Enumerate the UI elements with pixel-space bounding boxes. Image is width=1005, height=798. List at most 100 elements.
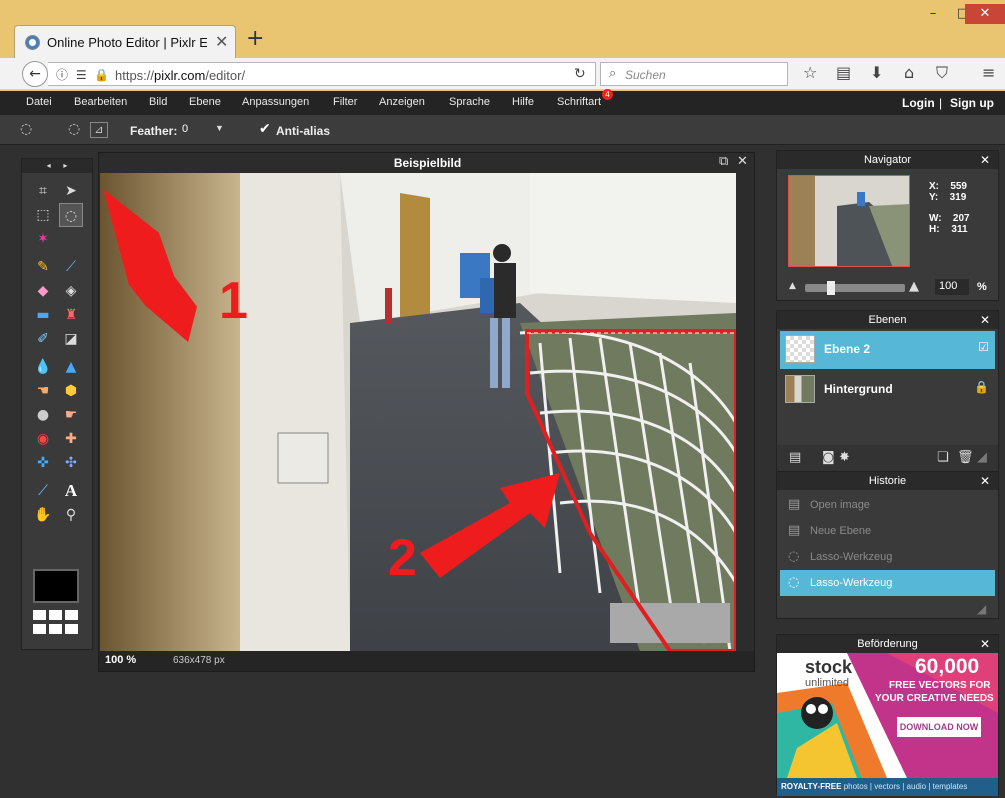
pocket-icon[interactable]: ⛉ xyxy=(936,63,948,83)
menu-bar: Datei Bearbeiten Bild Ebene Anpassungen … xyxy=(0,89,1005,115)
layer-visible-checkbox[interactable]: ☑ xyxy=(978,340,989,354)
menu-bearbeiten[interactable]: Bearbeiten xyxy=(74,96,127,108)
sharpen-tool-icon[interactable]: ▲ xyxy=(59,355,83,379)
tools-panel-collapse[interactable]: ◂ ▸ xyxy=(22,159,92,173)
home-icon[interactable]: ⌂ xyxy=(904,63,914,82)
promotion-header: Beförderung ✕ xyxy=(777,635,998,653)
magic-wand-icon[interactable]: ✶ xyxy=(31,227,55,251)
panel-resize-icon[interactable]: ◢ xyxy=(977,602,986,616)
color-replace-icon[interactable]: ✐ xyxy=(31,327,55,351)
navigator-close-icon[interactable]: ✕ xyxy=(980,151,990,169)
history-close-icon[interactable]: ✕ xyxy=(980,472,990,490)
zoom-in-icon[interactable]: ▲ xyxy=(909,279,919,294)
promotion-close-icon[interactable]: ✕ xyxy=(980,635,990,653)
feather-dropdown-icon[interactable]: ▼ xyxy=(215,123,224,133)
lasso-polygon-icon[interactable]: ⊿ xyxy=(90,122,108,138)
paint-bucket-icon[interactable]: ◈ xyxy=(59,279,83,303)
smudge-tool-icon[interactable]: ☚ xyxy=(31,379,55,403)
window-close-button[interactable]: ✕ xyxy=(965,4,1005,24)
menu-hilfe[interactable]: Hilfe xyxy=(512,96,534,108)
drawing-tool-icon[interactable]: ◪ xyxy=(59,327,83,351)
eraser-tool-icon[interactable]: ◆ xyxy=(31,279,55,303)
layer-row[interactable]: Ebene 2 ☑ xyxy=(780,331,995,369)
layer-name: Ebene 2 xyxy=(824,342,871,356)
bloat-tool-icon[interactable]: ✜ xyxy=(31,451,55,475)
new-layer-icon[interactable]: ❏ xyxy=(937,450,949,465)
login-link[interactable]: Login xyxy=(902,96,935,110)
zoom-slider[interactable] xyxy=(805,281,905,295)
red-eye-tool-icon[interactable]: ◉ xyxy=(31,427,55,451)
zoom-tool-icon[interactable]: ⚲ xyxy=(59,503,83,527)
lasso-freehand-icon[interactable]: ◌ xyxy=(68,121,80,137)
menu-filter[interactable]: Filter xyxy=(333,96,357,108)
sponge-tool-icon[interactable]: ⬢ xyxy=(59,379,83,403)
menu-schriftart[interactable]: Schriftart xyxy=(557,96,601,108)
site-info-icon[interactable]: ⓘ ☰ 🔒 xyxy=(56,66,111,83)
zoom-slider-handle[interactable] xyxy=(827,281,835,295)
type-tool-icon[interactable]: A xyxy=(59,479,83,503)
layers-close-icon[interactable]: ✕ xyxy=(980,311,990,329)
marquee-tool-icon[interactable]: ⬚ xyxy=(31,203,55,227)
history-item-label: Lasso-Werkzeug xyxy=(810,551,893,563)
burn-tool-icon[interactable]: ☛ xyxy=(59,403,83,427)
move-tool-icon[interactable]: ➤ xyxy=(59,179,83,203)
antialias-checkbox[interactable]: ✔ xyxy=(259,121,271,137)
window-minimize-button[interactable]: – xyxy=(918,4,948,24)
history-item-active[interactable]: ◌ Lasso-Werkzeug xyxy=(780,570,995,596)
back-arrow-icon[interactable]: ← xyxy=(22,61,48,87)
download-icon[interactable]: ⬇ xyxy=(870,63,883,82)
menu-anzeigen[interactable]: Anzeigen xyxy=(379,96,425,108)
ad-download-button[interactable]: DOWNLOAD NOW xyxy=(897,717,981,737)
history-item-label: Open image xyxy=(810,499,870,511)
menu-ebene[interactable]: Ebene xyxy=(189,96,221,108)
history-item[interactable]: ▤ Neue Ebene xyxy=(780,518,995,544)
browser-tab[interactable]: Online Photo Editor | Pixlr Ed ✕ xyxy=(14,25,236,58)
navigator-thumbnail[interactable] xyxy=(788,175,910,267)
signup-link[interactable]: Sign up xyxy=(950,96,994,110)
restore-window-icon[interactable]: ⧉ xyxy=(719,154,728,169)
reading-list-icon[interactable]: ▤ xyxy=(836,63,851,82)
blur-tool-icon[interactable]: 💧 xyxy=(31,355,55,379)
layer-row[interactable]: Hintergrund 🔒 xyxy=(780,371,995,409)
brush-tool-icon[interactable]: ⟋ xyxy=(59,255,83,279)
search-input[interactable]: ⌕ Suchen xyxy=(600,62,788,86)
history-item[interactable]: ▤ Open image xyxy=(780,492,995,518)
lasso-tool-button[interactable]: ◌ xyxy=(59,203,83,227)
delete-layer-icon[interactable]: 🗑 xyxy=(957,450,974,465)
color-swatch[interactable] xyxy=(33,569,79,603)
view-grid-icon[interactable] xyxy=(33,610,79,636)
navigator-zoom-input[interactable]: 100 xyxy=(935,279,969,295)
zoom-out-icon[interactable]: ▲ xyxy=(789,281,796,291)
gradient-tool-icon[interactable]: ▬ xyxy=(31,303,55,327)
clone-stamp-icon[interactable]: ♜ xyxy=(59,303,83,327)
menu-sprache[interactable]: Sprache xyxy=(449,96,490,108)
pencil-tool-icon[interactable]: ✎ xyxy=(31,255,55,279)
panel-resize-icon[interactable]: ◢ xyxy=(977,450,987,465)
menu-bild[interactable]: Bild xyxy=(149,96,167,108)
tab-close-icon[interactable]: ✕ xyxy=(215,32,228,52)
image-canvas[interactable] xyxy=(100,173,736,651)
layer-mask-icon[interactable]: ◙ xyxy=(822,450,835,465)
history-item[interactable]: ◌ Lasso-Werkzeug xyxy=(780,544,995,570)
color-picker-icon[interactable]: ⟋ xyxy=(31,479,55,503)
new-tab-button[interactable]: + xyxy=(246,26,264,51)
feather-label: Feather: xyxy=(130,124,178,138)
hamburger-menu-icon[interactable]: ≡ xyxy=(982,63,995,82)
spot-heal-icon[interactable]: ✚ xyxy=(59,427,83,451)
close-document-icon[interactable]: ✕ xyxy=(737,154,748,169)
hand-tool-icon[interactable]: ✋ xyxy=(31,503,55,527)
menu-anpassungen[interactable]: Anpassungen xyxy=(242,96,309,108)
zoom-level[interactable]: 100 % xyxy=(105,654,136,666)
promotion-panel: Beförderung ✕ stock unlimited 60,000 FREE… xyxy=(776,634,999,796)
ad-footer: ROYALTY-FREE photos | vectors | audio | … xyxy=(777,778,998,796)
reload-icon[interactable]: ↻ xyxy=(574,66,586,82)
menu-datei[interactable]: Datei xyxy=(26,96,52,108)
layer-styles-icon[interactable]: ✸ xyxy=(839,450,850,465)
promo-ad[interactable]: stock unlimited 60,000 FREE VECTORS FOR … xyxy=(777,653,998,796)
layer-settings-icon[interactable]: ▤ xyxy=(789,450,801,465)
dodge-tool-icon[interactable]: ● xyxy=(31,403,55,427)
url-bar[interactable]: ⓘ ☰ 🔒 https://pixlr.com/editor/ ↻ xyxy=(48,62,596,86)
crop-tool-icon[interactable]: ⌗ xyxy=(31,179,55,203)
bookmark-star-icon[interactable]: ☆ xyxy=(803,63,817,82)
pinch-tool-icon[interactable]: ✣ xyxy=(59,451,83,475)
